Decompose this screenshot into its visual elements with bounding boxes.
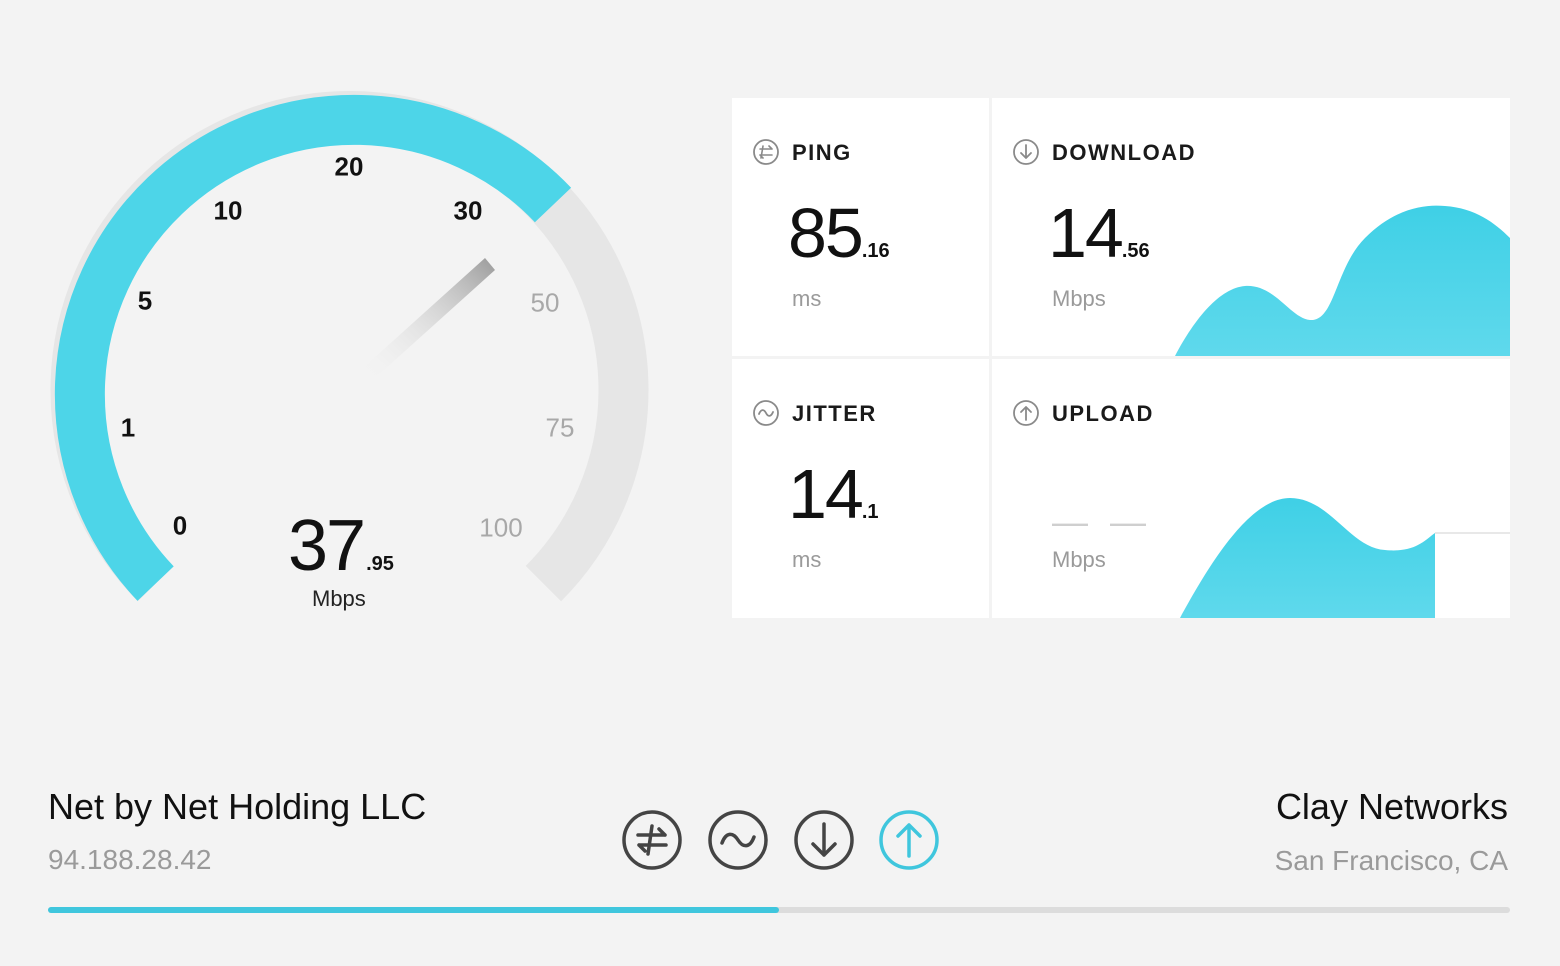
ping-value-int: 85	[788, 194, 864, 272]
gauge-unit: Mbps	[312, 586, 366, 611]
download-value: 14.56	[1048, 198, 1150, 268]
ping-label: PING	[792, 140, 852, 165]
tick-20: 20	[334, 151, 364, 182]
stage-download-icon	[794, 810, 854, 870]
download-value-dec: .56	[1121, 240, 1150, 262]
gauge-speed-int: 37	[288, 506, 366, 586]
gauge-speed-dec: .95	[366, 553, 394, 575]
jitter-label: JITTER	[792, 401, 877, 426]
download-label: DOWNLOAD	[1052, 140, 1196, 165]
ping-card: PING 85.16 ms	[732, 98, 989, 356]
download-value-int: 14	[1048, 194, 1124, 272]
upload-icon	[1013, 400, 1039, 426]
tick-75: 75	[545, 412, 575, 443]
results-panel: PING 85.16 ms DOWNLOAD 14.56 Mbps JITTER…	[732, 98, 1510, 618]
test-progress-bar	[48, 907, 1510, 913]
jitter-value-dec: .1	[861, 501, 879, 523]
server-name[interactable]: Clay Networks	[1276, 786, 1508, 828]
download-card: DOWNLOAD 14.56 Mbps	[992, 98, 1510, 356]
ping-value: 85.16	[788, 198, 890, 268]
gauge-needle	[363, 258, 495, 378]
stage-ping-icon	[622, 810, 682, 870]
tick-10: 10	[213, 195, 243, 226]
tick-0: 0	[172, 510, 188, 541]
stage-upload-icon	[879, 810, 939, 870]
upload-graph	[1180, 498, 1510, 618]
stage-jitter-icon	[708, 810, 768, 870]
download-icon	[1013, 139, 1039, 165]
test-stage-indicators	[620, 808, 942, 874]
isp-ip: 94.188.28.42	[48, 844, 212, 875]
ping-unit: ms	[792, 286, 822, 311]
tick-100: 100	[479, 512, 523, 543]
ping-value-dec: .16	[861, 240, 890, 262]
download-graph	[1175, 205, 1510, 356]
upload-label: UPLOAD	[1052, 401, 1154, 426]
jitter-card: JITTER 14.1 ms	[732, 359, 989, 618]
speed-gauge: 0 1 5 10 20 30 50 75 100 37.95 Mbps	[30, 60, 670, 660]
upload-unit: Mbps	[1052, 547, 1106, 572]
download-unit: Mbps	[1052, 286, 1106, 311]
tick-5: 5	[137, 285, 153, 316]
isp-name: Net by Net Holding LLC	[48, 786, 427, 827]
jitter-value: 14.1	[788, 459, 879, 529]
gauge-speed-value: 37.95	[288, 510, 394, 582]
tick-30: 30	[453, 195, 483, 226]
upload-card: UPLOAD — — Mbps	[992, 359, 1510, 618]
jitter-value-int: 14	[788, 455, 864, 533]
tick-1: 1	[120, 412, 136, 443]
server-location: San Francisco, CA	[1274, 845, 1508, 876]
jitter-icon	[753, 400, 779, 426]
ping-icon	[753, 139, 779, 165]
tick-50: 50	[530, 287, 560, 318]
upload-value-placeholder: — —	[1052, 501, 1153, 542]
test-progress-fill	[48, 907, 779, 913]
jitter-unit: ms	[792, 547, 822, 572]
